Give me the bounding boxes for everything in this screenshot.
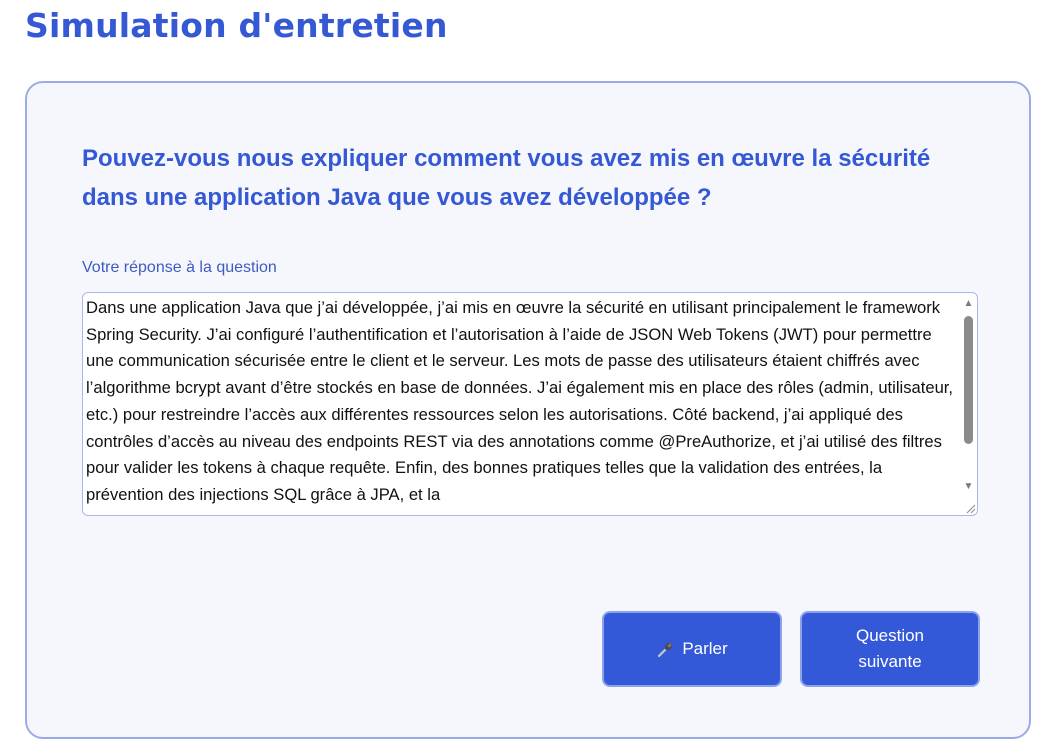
page-title: Simulation d'entretien — [25, 6, 448, 45]
scroll-down-arrow-icon[interactable]: ▼ — [963, 482, 974, 492]
answer-scrollbar[interactable]: ▲ ▼ — [961, 294, 976, 514]
resize-grip-icon[interactable] — [963, 501, 976, 514]
microphone-icon — [658, 642, 673, 658]
scroll-up-arrow-icon[interactable]: ▲ — [963, 299, 974, 309]
speak-button[interactable]: Parler — [602, 611, 782, 687]
answer-textarea[interactable]: Dans une application Java que j’ai dével… — [82, 292, 978, 516]
answer-text[interactable]: Dans une application Java que j’ai dével… — [86, 295, 962, 509]
speak-button-label: Parler — [682, 639, 728, 658]
question-text: Pouvez-vous nous expliquer comment vous … — [82, 145, 931, 211]
interview-card: Pouvez-vous nous expliquer comment vous … — [25, 81, 1031, 739]
next-question-button-label: Question suivante — [855, 626, 925, 671]
answer-label: Votre réponse à la question — [82, 259, 277, 276]
scroll-thumb[interactable] — [964, 316, 973, 444]
next-question-button[interactable]: Question suivante — [800, 611, 980, 687]
